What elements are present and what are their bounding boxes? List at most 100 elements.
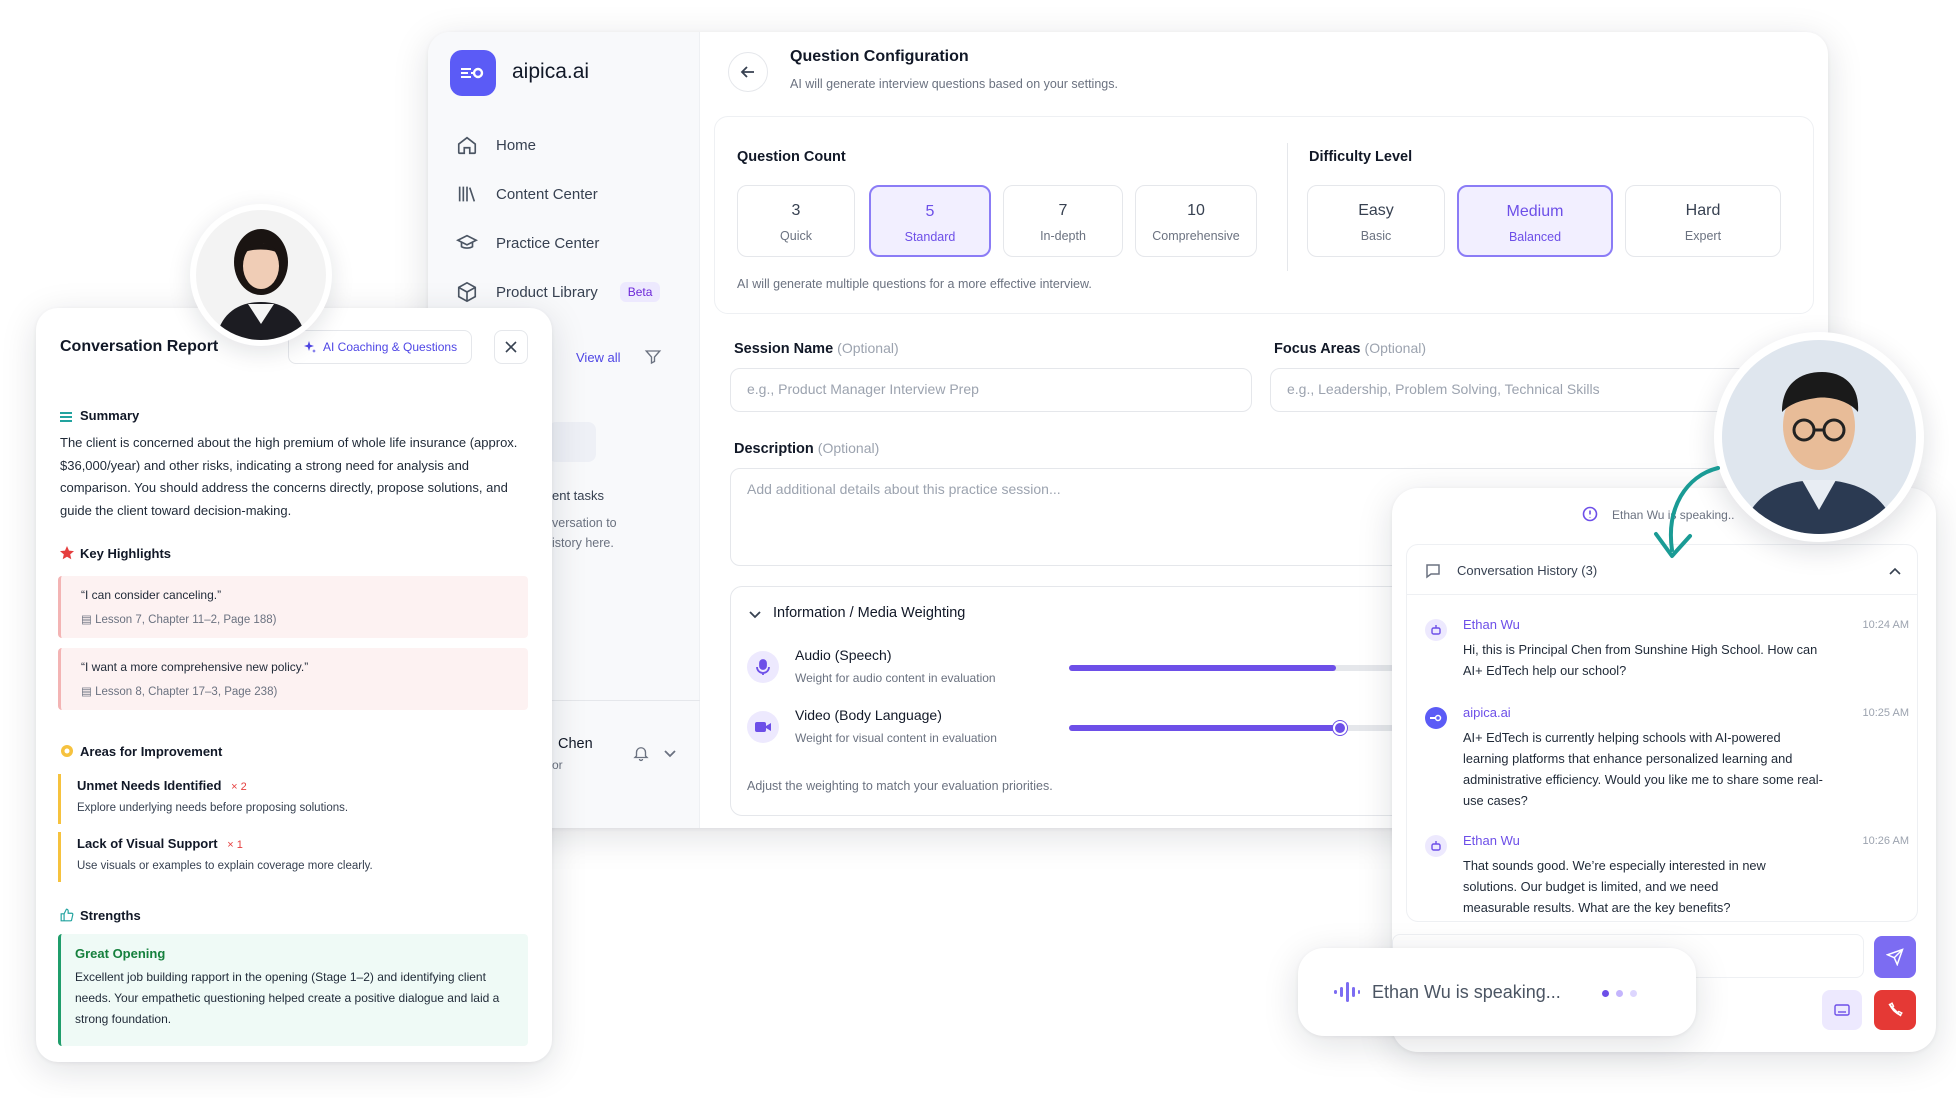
user-role: or bbox=[552, 758, 563, 772]
lightbulb-icon bbox=[61, 745, 73, 757]
highlight-source: ▤ Lesson 8, Chapter 17–3, Page 238) bbox=[81, 684, 508, 698]
difficulty-option-hard[interactable]: Hard Expert bbox=[1625, 185, 1781, 257]
close-icon bbox=[505, 341, 517, 353]
book-icon: ▤ bbox=[81, 686, 92, 698]
sidebar-item-label: Content Center bbox=[496, 185, 598, 203]
close-button[interactable] bbox=[494, 330, 528, 364]
difficulty-label: Difficulty Level bbox=[1309, 149, 1413, 165]
option-label: Basic bbox=[1360, 229, 1392, 243]
filter-icon[interactable] bbox=[644, 348, 662, 366]
weighting-note: Adjust the weighting to match your evalu… bbox=[747, 779, 1053, 793]
highlight-quote: “I can consider canceling.” bbox=[81, 588, 222, 602]
divider bbox=[1287, 143, 1288, 271]
option-value: 3 bbox=[791, 202, 801, 219]
chat-message: aipica.ai 10:25 AM AI+ EdTech is current… bbox=[1425, 705, 1909, 815]
message-time: 10:24 AM bbox=[1862, 619, 1909, 631]
page-subtitle: AI will generate interview questions bas… bbox=[790, 77, 1118, 91]
sidebar-item-label: Home bbox=[496, 136, 537, 154]
count-option-5[interactable]: 5 Standard bbox=[869, 185, 991, 257]
arrow-left-icon bbox=[740, 66, 754, 78]
optional-tag: (Optional) bbox=[837, 340, 899, 356]
improvement-heading: Lack of Visual Support × 1 bbox=[77, 836, 512, 851]
keyboard-button[interactable] bbox=[1822, 990, 1862, 1030]
video-title: Video (Body Language) bbox=[795, 707, 942, 723]
app-logo-icon bbox=[450, 50, 496, 96]
count-option-3[interactable]: 3 Quick bbox=[737, 185, 855, 257]
typing-dot bbox=[1630, 990, 1637, 997]
sidebar-item-practice-center[interactable]: Practice Center bbox=[456, 232, 599, 254]
list-icon bbox=[60, 412, 72, 422]
description-label: Description (Optional) bbox=[734, 440, 879, 457]
slider-handle[interactable] bbox=[1333, 721, 1347, 735]
empty-state-title: ent tasks bbox=[552, 488, 605, 503]
user-name: Chen bbox=[558, 736, 593, 752]
count-option-7[interactable]: 7 In-depth bbox=[1003, 185, 1123, 257]
count-option-10[interactable]: 10 Comprehensive bbox=[1135, 185, 1257, 257]
button-label: AI Coaching & Questions bbox=[323, 340, 458, 354]
page-title: Question Configuration bbox=[790, 48, 969, 65]
audio-wave-icon bbox=[1334, 982, 1360, 1002]
book-icon: ▤ bbox=[81, 614, 92, 626]
difficulty-option-medium[interactable]: Medium Balanced bbox=[1457, 185, 1613, 257]
alert-circle-icon bbox=[1582, 506, 1598, 522]
option-label: Standard bbox=[904, 230, 956, 244]
video-desc: Weight for visual content in evaluation bbox=[795, 731, 997, 745]
chevron-down-icon[interactable] bbox=[749, 611, 761, 619]
difficulty-option-easy[interactable]: Easy Basic bbox=[1307, 185, 1445, 257]
empty-state-line: versation to bbox=[552, 516, 617, 530]
option-value: 10 bbox=[1187, 202, 1205, 219]
send-button[interactable] bbox=[1874, 936, 1916, 978]
improvement-name: Lack of Visual Support bbox=[77, 836, 218, 851]
message-text: Hi, this is Principal Chen from Sunshine… bbox=[1463, 642, 1818, 678]
slider-fill bbox=[1069, 725, 1340, 731]
back-button[interactable] bbox=[728, 52, 768, 92]
microphone-icon bbox=[747, 651, 779, 683]
end-call-button[interactable] bbox=[1874, 990, 1916, 1030]
message-time: 10:26 AM bbox=[1862, 835, 1909, 847]
package-icon bbox=[457, 281, 477, 303]
view-all-link[interactable]: View all bbox=[576, 350, 621, 365]
thumbs-up-icon bbox=[60, 908, 74, 922]
weighting-title: Information / Media Weighting bbox=[773, 605, 966, 621]
bell-icon[interactable] bbox=[632, 744, 650, 762]
improvement-item: Unmet Needs Identified × 2 Explore under… bbox=[58, 774, 528, 824]
highlight-source: ▤ Lesson 7, Chapter 11–2, Page 188) bbox=[81, 612, 508, 626]
chat-bubble-icon bbox=[1426, 564, 1440, 579]
history-title: Conversation History (3) bbox=[1457, 563, 1598, 578]
typing-dot bbox=[1602, 990, 1609, 997]
label-text: Description bbox=[734, 441, 814, 457]
conversation-report-card: Conversation Report AI Coaching & Questi… bbox=[36, 308, 552, 1062]
highlights-title: Key Highlights bbox=[80, 546, 172, 561]
sidebar-item-label: Product Library bbox=[496, 283, 598, 301]
curved-arrow-icon bbox=[1654, 466, 1720, 558]
session-name-input[interactable]: e.g., Product Manager Interview Prep bbox=[730, 368, 1252, 412]
session-name-label: Session Name (Optional) bbox=[734, 340, 899, 357]
source-text: Lesson 8, Chapter 17–3, Page 238) bbox=[95, 686, 278, 698]
improvement-item: Lack of Visual Support × 1 Use visuals o… bbox=[58, 832, 528, 882]
focus-areas-label: Focus Areas (Optional) bbox=[1274, 340, 1426, 357]
sidebar-item-home[interactable]: Home bbox=[456, 134, 536, 156]
improvement-title: Areas for Improvement bbox=[80, 744, 223, 759]
message-sender: Ethan Wu bbox=[1463, 833, 1520, 848]
option-value: 5 bbox=[925, 203, 935, 220]
question-count-label: Question Count bbox=[737, 149, 846, 165]
video-camera-icon bbox=[747, 711, 779, 743]
chevron-up-icon[interactable] bbox=[1889, 567, 1901, 575]
conversation-history: Conversation History (3) Ethan Wu 10:24 … bbox=[1406, 544, 1918, 922]
label-text: Focus Areas bbox=[1274, 341, 1361, 357]
optional-tag: (Optional) bbox=[817, 440, 880, 456]
chevron-down-icon[interactable] bbox=[664, 750, 676, 758]
improvement-desc: Use visuals or examples to explain cover… bbox=[77, 860, 373, 872]
message-sender: Ethan Wu bbox=[1463, 617, 1520, 632]
option-value: Medium bbox=[1506, 203, 1564, 220]
client-avatar bbox=[190, 204, 332, 346]
star-icon bbox=[60, 546, 74, 560]
user-avatar-icon bbox=[1425, 835, 1447, 857]
ai-coaching-button[interactable]: AI Coaching & Questions bbox=[288, 330, 473, 364]
keyboard-icon bbox=[1834, 1004, 1850, 1016]
sidebar-item-content-center[interactable]: Content Center bbox=[456, 183, 598, 205]
sidebar-item-product-library[interactable]: Product Library Beta bbox=[456, 281, 661, 303]
option-value: 7 bbox=[1058, 202, 1068, 219]
interviewer-avatar bbox=[1714, 332, 1924, 542]
sparkle-icon bbox=[304, 341, 316, 353]
